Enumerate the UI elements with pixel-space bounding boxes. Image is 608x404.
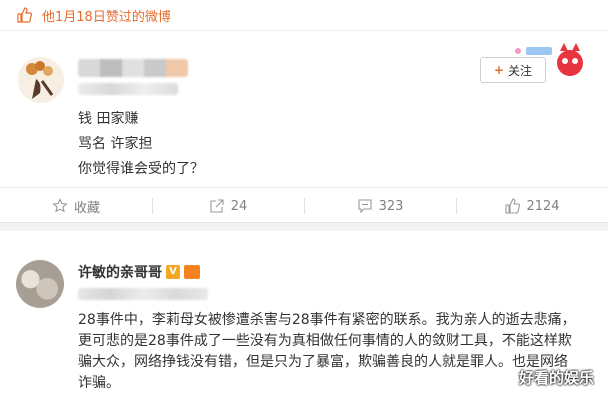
post-line: 骂名 许家担 — [78, 136, 153, 152]
comment-icon — [358, 199, 372, 214]
post-text: 钱 田家赚 骂名 许家担 你觉得谁会受的了？ — [78, 107, 204, 182]
comment-count: 323 — [378, 198, 404, 214]
author-name-row: 许敏的亲哥哥 V — [78, 262, 200, 282]
post-card-2: 许敏的亲哥哥 V 28事件中，李莉母女被惨遭杀害与28事件有紧密的联系。我为亲人… — [0, 230, 608, 404]
liked-notice-text: 他1月18日赞过的微博 — [42, 10, 171, 25]
favorite-label: 收藏 — [73, 200, 100, 216]
like-button[interactable]: 2124 — [456, 188, 608, 224]
share-count: 24 — [230, 198, 248, 214]
avatar-illustration-icon — [18, 57, 64, 103]
share-icon — [210, 199, 224, 213]
avatar[interactable] — [16, 260, 64, 308]
post-line: 你觉得谁会受的了？ — [78, 161, 204, 177]
thumbs-up-icon — [17, 7, 32, 23]
like-icon — [505, 198, 521, 214]
author-name[interactable]: 许敏的亲哥哥 — [78, 262, 162, 282]
follow-label: 关注 — [508, 63, 533, 78]
follow-button[interactable]: + 关注 — [480, 57, 546, 83]
star-icon — [52, 198, 68, 213]
post-card-1: + 关注 钱 田家赚 骂名 许家担 你觉得谁会受的了？ 收藏 24 323 21… — [0, 30, 608, 216]
like-count: 2124 — [526, 198, 560, 214]
post-line: 钱 田家赚 — [78, 111, 139, 127]
avatar[interactable] — [18, 57, 64, 103]
comment-button[interactable]: 323 — [304, 188, 456, 224]
blurred-username — [78, 59, 188, 77]
verified-badge-icon: V — [166, 265, 180, 279]
post-line: 28事件中，李莉母女被惨遭杀害与28事件有紧密的联系。我为亲人的逝去悲痛， — [78, 312, 576, 328]
blurred-post-meta — [78, 288, 208, 300]
plus-icon: + — [493, 63, 505, 77]
post-action-bar: 收藏 24 323 2124 — [0, 187, 608, 224]
member-badge-icon — [184, 265, 200, 279]
post-line: 更可悲的是28事件成了一些没有为真相做任何事情的人的敛财工具，不能这样欺 — [78, 333, 572, 349]
blurred-post-meta — [78, 83, 178, 95]
watermark-text: 好看的娱乐 — [518, 369, 594, 387]
favorite-button[interactable]: 收藏 — [0, 188, 152, 224]
liked-notice-bar: 他1月18日赞过的微博 — [0, 0, 608, 30]
share-button[interactable]: 24 — [152, 188, 304, 224]
